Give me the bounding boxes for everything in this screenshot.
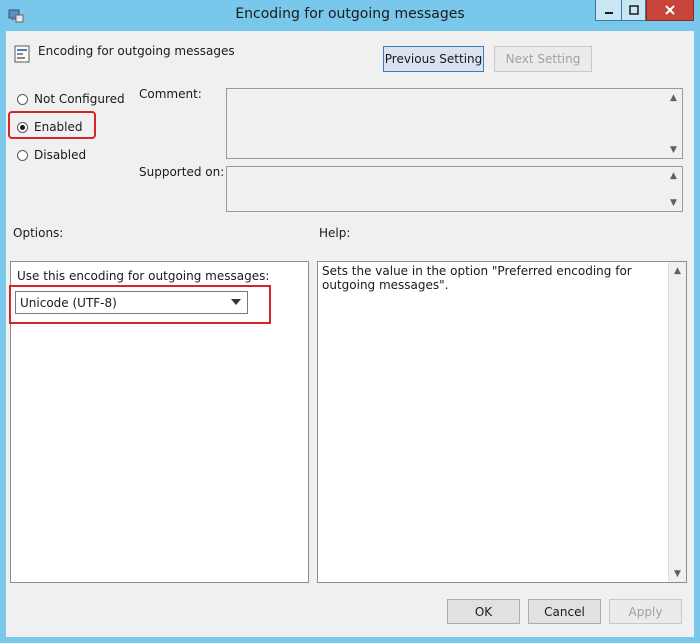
cancel-button[interactable]: Cancel xyxy=(528,599,601,624)
options-heading: Options: xyxy=(13,226,64,240)
help-panel: Sets the value in the option "Preferred … xyxy=(317,261,687,583)
encoding-dropdown[interactable]: Unicode (UTF-8) xyxy=(15,291,248,314)
help-scrollbar[interactable]: ▲ ▼ xyxy=(668,262,686,582)
scroll-up-icon[interactable]: ▲ xyxy=(669,262,686,279)
radio-button[interactable] xyxy=(17,149,28,161)
close-icon xyxy=(665,5,675,15)
radio-button-checked[interactable] xyxy=(17,121,28,133)
comment-scrollbar[interactable]: ▲ ▼ xyxy=(665,89,682,158)
help-heading: Help: xyxy=(319,226,351,240)
options-panel: Use this encoding for outgoing messages:… xyxy=(10,261,309,583)
supported-on-field: ▲ ▼ xyxy=(226,166,683,212)
policy-setting-icon xyxy=(14,45,30,63)
radio-not-configured[interactable]: Not Configured xyxy=(17,92,125,106)
policy-title: Encoding for outgoing messages xyxy=(38,44,235,58)
radio-enabled[interactable]: Enabled xyxy=(17,120,83,134)
radio-disabled[interactable]: Disabled xyxy=(17,148,86,162)
maximize-button[interactable] xyxy=(621,0,646,21)
next-setting-button[interactable]: Next Setting xyxy=(494,46,592,72)
apply-button[interactable]: Apply xyxy=(609,599,682,624)
encoding-field-label: Use this encoding for outgoing messages: xyxy=(17,269,270,283)
encoding-selected-value: Unicode (UTF-8) xyxy=(20,295,117,310)
radio-label: Not Configured xyxy=(34,92,125,106)
comment-label: Comment: xyxy=(139,87,202,101)
ok-button[interactable]: OK xyxy=(447,599,520,624)
supported-scrollbar[interactable]: ▲ ▼ xyxy=(665,167,682,211)
title-bar[interactable]: Encoding for outgoing messages xyxy=(0,0,700,31)
radio-label: Disabled xyxy=(34,148,87,162)
radio-label: Enabled xyxy=(34,120,83,134)
radio-button[interactable] xyxy=(17,93,28,105)
supported-on-label: Supported on: xyxy=(139,165,225,179)
maximize-icon xyxy=(628,5,639,15)
chevron-down-icon[interactable] xyxy=(231,299,241,305)
dialog-content: Encoding for outgoing messages Previous … xyxy=(6,31,694,637)
policy-dialog-window: Encoding for outgoing messages Encoding … xyxy=(0,0,700,643)
scroll-up-icon[interactable]: ▲ xyxy=(665,167,682,184)
scroll-up-icon[interactable]: ▲ xyxy=(665,89,682,106)
previous-setting-button[interactable]: Previous Setting xyxy=(383,46,484,72)
scroll-down-icon[interactable]: ▼ xyxy=(669,565,686,582)
minimize-button[interactable] xyxy=(595,0,621,21)
comment-textarea[interactable]: ▲ ▼ xyxy=(226,88,683,159)
scroll-down-icon[interactable]: ▼ xyxy=(665,141,682,158)
close-button[interactable] xyxy=(646,0,694,21)
minimize-icon xyxy=(604,12,613,14)
scroll-down-icon[interactable]: ▼ xyxy=(665,194,682,211)
help-text: Sets the value in the option "Preferred … xyxy=(322,264,632,292)
